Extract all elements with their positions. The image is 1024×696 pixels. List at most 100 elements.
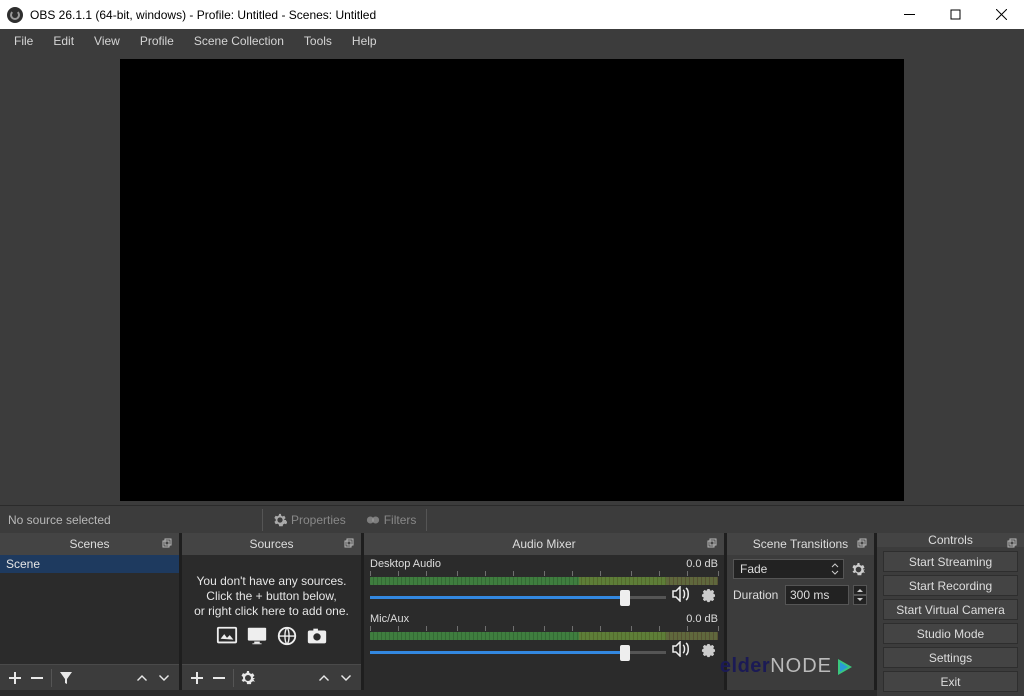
docks-row: Scenes Scene Sources You don't have any … — [0, 533, 1024, 690]
scenes-popout-button[interactable] — [161, 537, 173, 549]
channel-meta: Desktop Audio 0.0 dB — [370, 558, 718, 570]
settings-button[interactable]: Settings — [883, 647, 1018, 668]
properties-label: Properties — [291, 513, 346, 527]
menu-tools[interactable]: Tools — [294, 31, 342, 51]
start-virtual-camera-button[interactable]: Start Virtual Camera — [883, 599, 1018, 620]
remove-scene-button[interactable] — [26, 667, 48, 689]
channel-settings-button[interactable] — [698, 640, 718, 660]
channel-name: Mic/Aux — [370, 613, 409, 625]
scene-move-up-button[interactable] — [131, 667, 153, 689]
plus-icon — [7, 670, 23, 686]
properties-button[interactable]: Properties — [263, 513, 356, 527]
transitions-header: Scene Transitions — [727, 533, 874, 555]
duration-up-button[interactable] — [853, 585, 867, 595]
speaker-icon — [672, 641, 692, 657]
mute-button[interactable] — [672, 641, 692, 660]
display-icon — [245, 625, 269, 647]
start-recording-button[interactable]: Start Recording — [883, 575, 1018, 596]
menu-edit[interactable]: Edit — [43, 31, 84, 51]
remove-source-button[interactable] — [208, 667, 230, 689]
transitions-dock: Scene Transitions Fade Duration 300 ms — [727, 533, 874, 690]
menubar: File Edit View Profile Scene Collection … — [0, 29, 1024, 53]
menu-scene-collection[interactable]: Scene Collection — [184, 31, 294, 51]
window-title: OBS 26.1.1 (64-bit, windows) - Profile: … — [30, 8, 886, 22]
duration-stepper — [853, 585, 867, 605]
empty-line: Click the + button below, — [206, 589, 336, 603]
separator — [51, 669, 52, 687]
audio-meter — [370, 577, 718, 585]
controls-popout-button[interactable] — [1006, 537, 1018, 549]
channel-settings-button[interactable] — [698, 585, 718, 605]
menu-file[interactable]: File — [4, 31, 43, 51]
window-minimize-button[interactable] — [886, 0, 932, 29]
updown-icon — [831, 563, 839, 575]
scenes-header: Scenes — [0, 533, 179, 555]
sources-header: Sources — [182, 533, 361, 555]
sources-empty[interactable]: You don't have any sources. Click the + … — [182, 555, 361, 664]
channel-db: 0.0 dB — [686, 613, 718, 625]
window-close-button[interactable] — [978, 0, 1024, 29]
sources-popout-button[interactable] — [343, 537, 355, 549]
minus-icon — [211, 670, 227, 686]
menu-profile[interactable]: Profile — [130, 31, 184, 51]
transitions-popout-button[interactable] — [856, 537, 868, 549]
gear-icon — [701, 588, 716, 603]
transition-settings-button[interactable] — [848, 559, 868, 579]
scenes-title: Scenes — [69, 537, 109, 551]
globe-icon — [275, 625, 299, 647]
controls-body: Start Streaming Start Recording Start Vi… — [877, 547, 1024, 696]
scene-item[interactable]: Scene — [0, 555, 179, 573]
transition-select[interactable]: Fade — [733, 559, 844, 579]
preview-area — [0, 53, 1024, 505]
divider — [426, 509, 427, 531]
source-settings-button[interactable] — [237, 667, 259, 689]
transitions-title: Scene Transitions — [753, 537, 848, 551]
duration-input[interactable]: 300 ms — [785, 585, 849, 605]
mixer-header: Audio Mixer — [364, 533, 724, 555]
gear-icon — [701, 643, 716, 658]
sources-footer — [182, 664, 361, 690]
source-toolbar-status: No source selected — [8, 513, 262, 527]
scene-move-down-button[interactable] — [153, 667, 175, 689]
filters-icon — [366, 513, 380, 527]
preview-canvas[interactable] — [120, 59, 904, 501]
channel-controls-row — [370, 585, 718, 607]
menu-view[interactable]: View — [84, 31, 130, 51]
volume-slider[interactable] — [370, 646, 666, 660]
gear-icon — [851, 562, 866, 577]
exit-button[interactable]: Exit — [883, 671, 1018, 692]
menu-help[interactable]: Help — [342, 31, 387, 51]
minus-icon — [29, 670, 45, 686]
chevron-down-icon — [338, 670, 354, 686]
studio-mode-button[interactable]: Studio Mode — [883, 623, 1018, 644]
gear-icon — [240, 670, 256, 686]
filters-button[interactable]: Filters — [356, 513, 427, 527]
channel-meta: Mic/Aux 0.0 dB — [370, 613, 718, 625]
filters-label: Filters — [384, 513, 417, 527]
add-scene-button[interactable] — [4, 667, 26, 689]
empty-line: or right click here to add one. — [194, 604, 349, 618]
window-maximize-button[interactable] — [932, 0, 978, 29]
duration-label: Duration — [733, 588, 781, 602]
scenes-list[interactable]: Scene — [0, 555, 179, 664]
source-toolbar: No source selected Properties Filters — [0, 505, 1024, 533]
channel-db: 0.0 dB — [686, 558, 718, 570]
scene-filters-button[interactable] — [55, 667, 77, 689]
camera-icon — [305, 625, 329, 647]
mixer-body: Desktop Audio 0.0 dB Mic/Aux 0.0 dB — [364, 555, 724, 690]
add-source-button[interactable] — [186, 667, 208, 689]
scenes-dock: Scenes Scene — [0, 533, 179, 690]
duration-down-button[interactable] — [853, 595, 867, 605]
transition-selected: Fade — [740, 562, 767, 576]
audio-meter — [370, 632, 718, 640]
volume-slider[interactable] — [370, 591, 666, 605]
source-move-up-button[interactable] — [313, 667, 335, 689]
mixer-popout-button[interactable] — [706, 537, 718, 549]
controls-dock: Controls Start Streaming Start Recording… — [877, 533, 1024, 690]
plus-icon — [189, 670, 205, 686]
source-move-down-button[interactable] — [335, 667, 357, 689]
controls-title: Controls — [928, 533, 973, 547]
start-streaming-button[interactable]: Start Streaming — [883, 551, 1018, 572]
mute-button[interactable] — [672, 586, 692, 605]
chevron-up-icon — [316, 670, 332, 686]
